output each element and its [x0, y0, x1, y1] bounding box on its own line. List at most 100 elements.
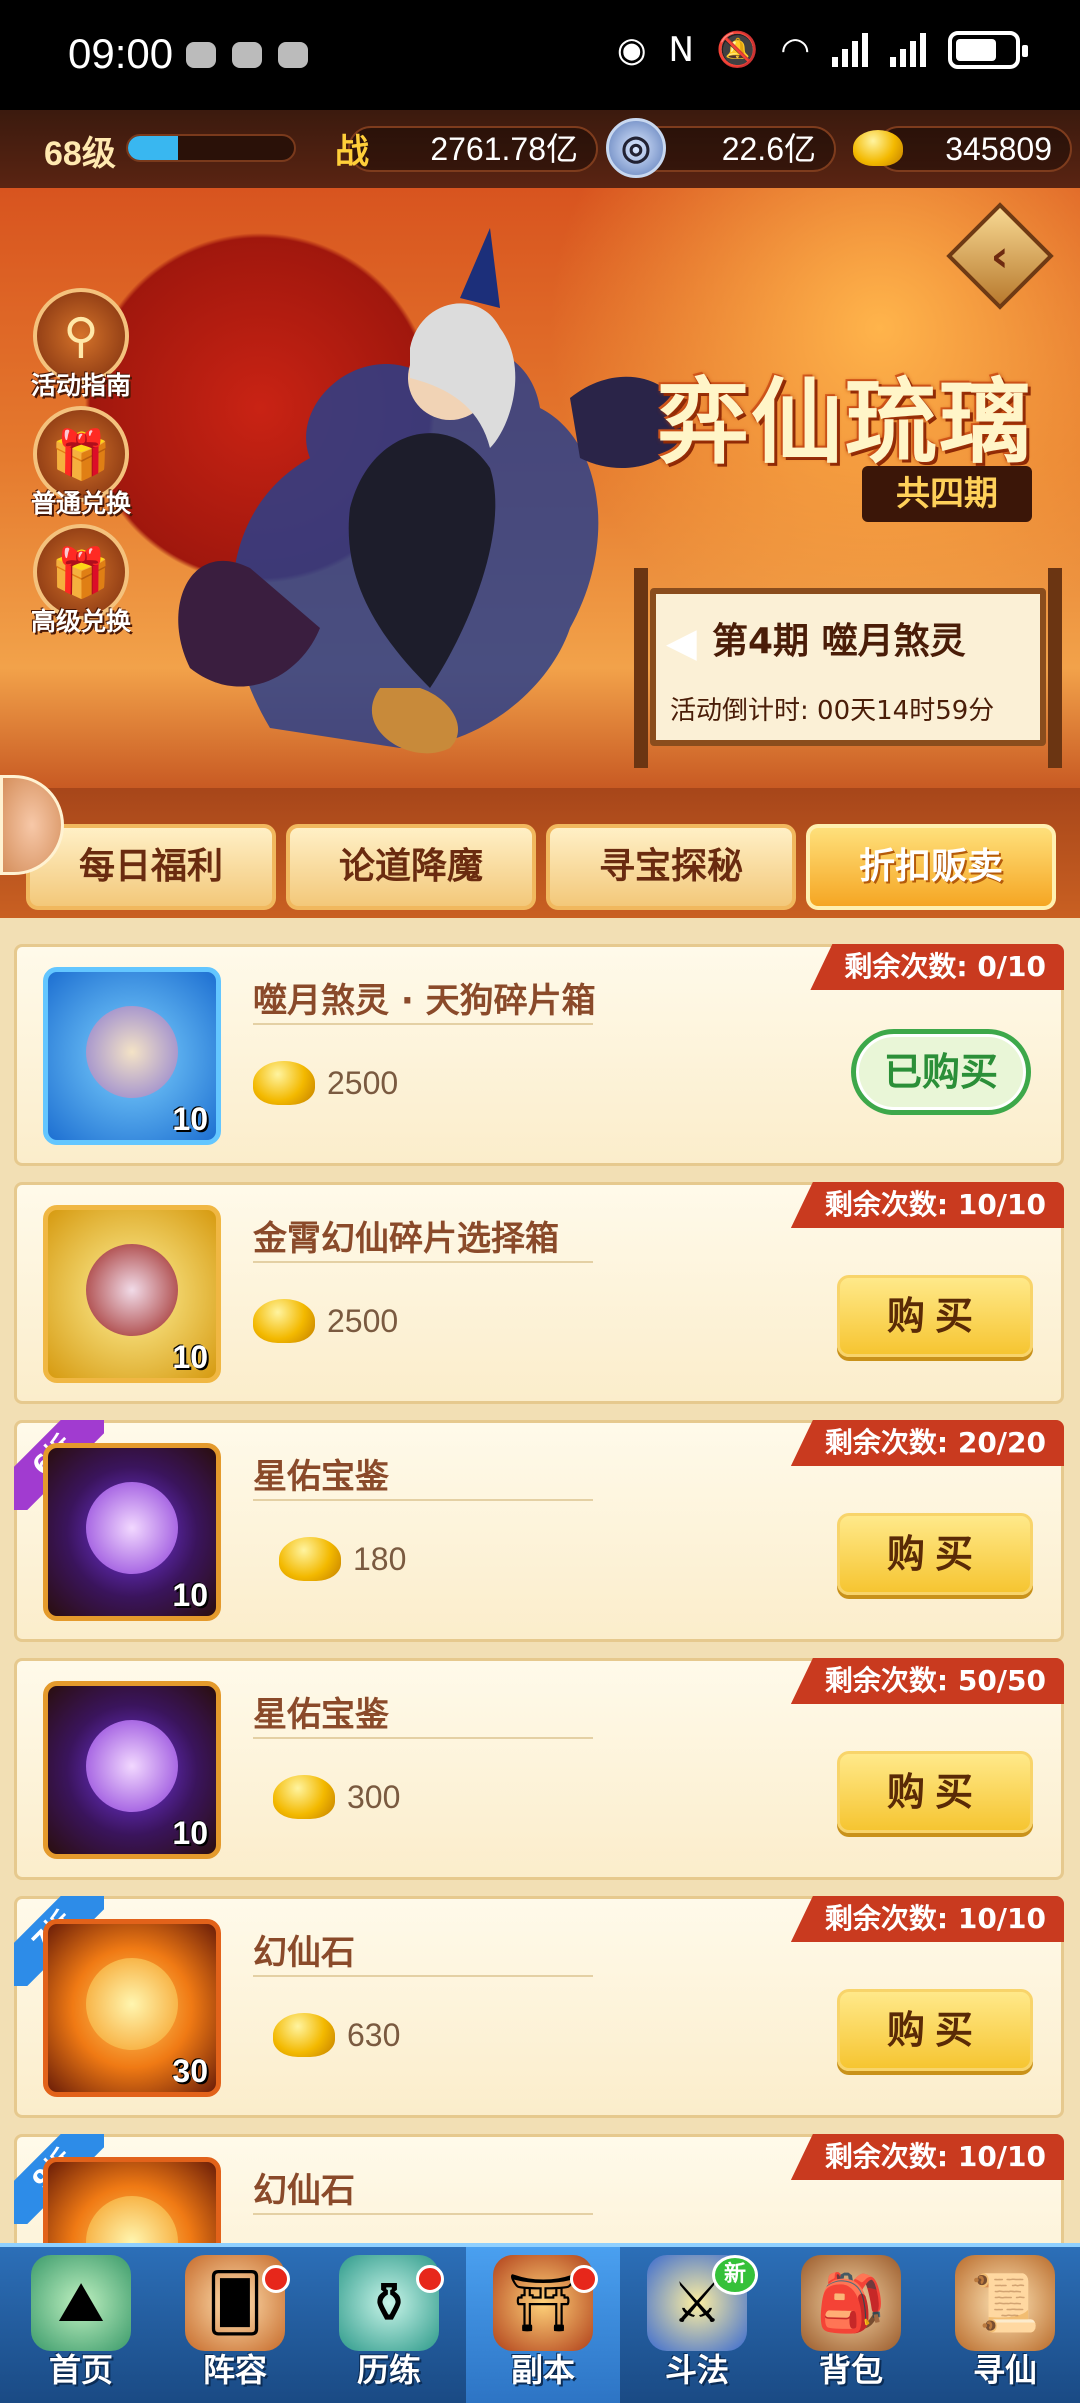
divider: [253, 1261, 593, 1263]
item-thumbnail[interactable]: 10: [43, 1205, 221, 1383]
system-icons: ◉ N 🔕 ◠: [616, 30, 1028, 70]
wifi-icon: ◠: [780, 30, 810, 70]
item-price: 2500: [253, 1299, 398, 1343]
item-thumbnail[interactable]: 10: [43, 967, 221, 1145]
remaining-count-badge: 剩余次数: 50/50: [790, 1658, 1064, 1704]
nav-seek-immortal[interactable]: 📜 寻仙: [928, 2247, 1080, 2403]
signal-icon: [832, 33, 868, 67]
bottom-nav: ⛰ 首页 🂠 阵容 ⚱ 历练 ⛩ 副本 ⚔ 斗法 新 🎒 背包 📜 寻仙: [0, 2243, 1080, 2403]
event-subtitle: 共四期: [862, 466, 1032, 522]
notification-icon: [278, 42, 308, 68]
remaining-count-badge: 剩余次数: 0/10: [810, 944, 1064, 990]
side-button-label: 普通兑换: [30, 489, 131, 518]
new-badge: 新: [712, 2255, 758, 2295]
mountain-icon: ⛰: [31, 2255, 131, 2351]
purchased-badge: 已购买: [851, 1029, 1031, 1115]
activity-guide-button[interactable]: ⚲ 活动指南: [26, 288, 136, 402]
list-item: 7折 30 幻仙石 630 剩余次数: 10/10 购买: [14, 1896, 1064, 2118]
item-name: 星佑宝鉴: [253, 1457, 389, 1497]
ingot-icon: [848, 118, 908, 178]
notification-dot: [570, 2265, 598, 2293]
tab-debate-demons[interactable]: 论道降魔: [286, 824, 536, 910]
hero-character-illustration: [178, 228, 690, 754]
ingot-icon: [253, 1299, 315, 1343]
item-quantity: 10: [172, 1339, 208, 1375]
divider: [253, 1975, 593, 1977]
divider: [253, 1499, 593, 1501]
remaining-count-badge: 剩余次数: 10/10: [790, 1896, 1064, 1942]
item-name: 幻仙石: [253, 2171, 355, 2211]
battery-icon: [948, 31, 1028, 69]
notification-dot: [416, 2265, 444, 2293]
nav-label: 背包: [818, 2351, 883, 2389]
fire-stone-icon: [86, 2196, 178, 2243]
item-quantity: 10: [172, 1101, 208, 1137]
nav-battle[interactable]: ⚔ 斗法 新: [620, 2247, 774, 2403]
list-item: 10 金霄幻仙碎片选择箱 2500 剩余次数: 10/10 购买: [14, 1182, 1064, 1404]
ingot-icon: [273, 1775, 335, 1819]
price-value: 300: [347, 1778, 401, 1815]
remaining-count-badge: 剩余次数: 20/20: [790, 1420, 1064, 1466]
scroll-icon: 📜: [955, 2255, 1055, 2351]
ingot-icon: [273, 2013, 335, 2057]
normal-exchange-button[interactable]: 🎁 普通兑换: [26, 406, 136, 520]
side-button-label: 活动指南: [30, 371, 131, 400]
nav-label: 历练: [356, 2351, 421, 2389]
side-button-label: 高级兑换: [30, 607, 131, 636]
tab-daily-welfare[interactable]: 每日福利: [26, 824, 276, 910]
backpack-icon: 🎒: [801, 2255, 901, 2351]
notification-icon: [232, 42, 262, 68]
nav-dungeon[interactable]: ⛩ 副本: [466, 2247, 620, 2403]
list-item: 6折 10 星佑宝鉴 180 剩余次数: 20/20 购买: [14, 1420, 1064, 1642]
nav-label: 副本: [510, 2351, 575, 2389]
buy-button[interactable]: 购买: [837, 1513, 1033, 1595]
divider: [253, 1737, 593, 1739]
price-value: 630: [347, 2016, 401, 2053]
nav-bag[interactable]: 🎒 背包: [774, 2247, 928, 2403]
eye-icon: ◉: [616, 30, 647, 70]
triangle-left-icon[interactable]: ◀: [666, 620, 697, 666]
price-value: 2500: [327, 1064, 399, 1101]
item-thumbnail[interactable]: 10: [43, 1681, 221, 1859]
ingot-icon: [279, 1537, 341, 1581]
crystal-orb-icon: [86, 1482, 178, 1574]
buy-button[interactable]: 购买: [837, 1751, 1033, 1833]
list-item: 10 噬月煞灵 · 天狗碎片箱 2500 剩余次数: 0/10 已购买: [14, 944, 1064, 1166]
notification-icon: [186, 42, 216, 68]
resource-bar: 68级 2761.78亿 战 22.6亿 ◎ 345809: [0, 110, 1080, 188]
list-item: 9折 幻仙石 剩余次数: 10/10: [14, 2134, 1064, 2243]
signal-icon: [890, 33, 926, 67]
tab-treasure-hunt[interactable]: 寻宝探秘: [546, 824, 796, 910]
shard-box-icon: [86, 1006, 178, 1098]
item-name: 星佑宝鉴: [253, 1695, 389, 1735]
tab-discount-sale[interactable]: 折扣贩卖: [806, 824, 1056, 910]
nav-lineup[interactable]: 🂠 阵容: [158, 2247, 312, 2403]
clock: 09:00: [68, 30, 174, 77]
nav-training[interactable]: ⚱ 历练: [312, 2247, 466, 2403]
nfc-icon: N: [668, 30, 694, 70]
item-thumbnail[interactable]: 10: [43, 1443, 221, 1621]
status-bar: 09:00 ◉ N 🔕 ◠: [0, 0, 1080, 110]
item-thumbnail[interactable]: 30: [43, 1919, 221, 2097]
item-price: 2500: [253, 1061, 398, 1105]
buy-button[interactable]: 购买: [837, 1275, 1033, 1357]
item-quantity: 10: [172, 1815, 208, 1851]
item-thumbnail[interactable]: [43, 2157, 221, 2243]
nav-label: 首页: [48, 2351, 113, 2389]
notification-dot: [262, 2265, 290, 2293]
exp-bar: [126, 134, 296, 162]
nav-home[interactable]: ⛰ 首页: [4, 2247, 158, 2403]
price-value: 2500: [327, 1302, 399, 1339]
fire-stone-icon: [86, 1958, 178, 2050]
nav-label: 寻仙: [972, 2351, 1037, 2389]
item-name: 幻仙石: [253, 1933, 355, 1973]
selection-box-icon: [86, 1244, 178, 1336]
back-button[interactable]: ‹: [946, 202, 1054, 310]
remaining-count-badge: 剩余次数: 10/10: [790, 1182, 1064, 1228]
nav-label: 斗法: [664, 2351, 729, 2389]
exp-fill: [128, 136, 178, 160]
event-banner: ‹ 弈仙琉璃 共四期 ⚲ 活动指南 🎁 普通兑换 🎁 高级兑换 ◀ 第4期 噬月…: [0, 188, 1080, 788]
premium-exchange-button[interactable]: 🎁 高级兑换: [26, 524, 136, 638]
combat-icon: 战: [335, 131, 369, 172]
buy-button[interactable]: 购买: [837, 1989, 1033, 2071]
